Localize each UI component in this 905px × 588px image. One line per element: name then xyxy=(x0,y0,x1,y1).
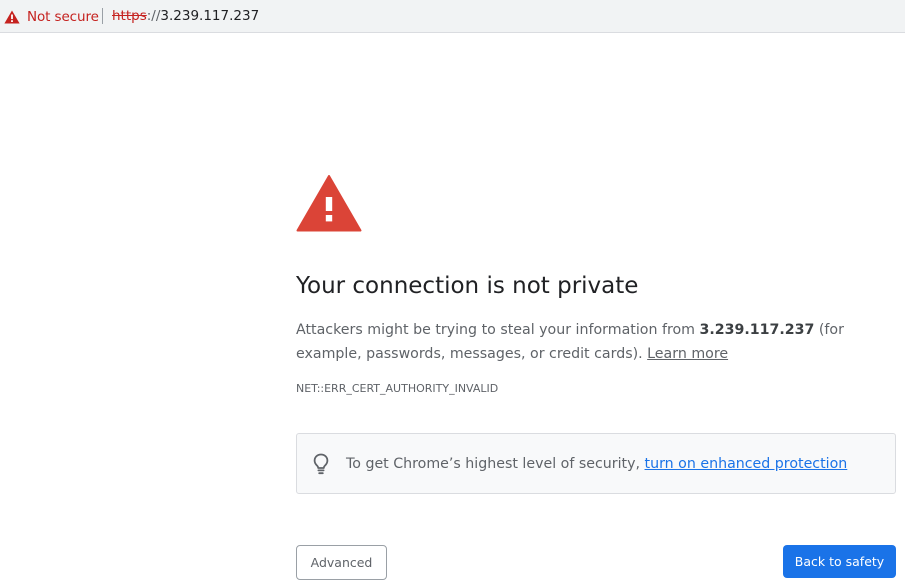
warning-triangle-icon xyxy=(296,175,362,232)
url-scheme: https xyxy=(112,8,147,24)
error-code: NET::ERR_CERT_AUTHORITY_INVALID xyxy=(296,382,499,395)
security-indicator[interactable]: Not secure xyxy=(4,7,99,27)
page-title: Your connection is not private xyxy=(296,273,639,299)
error-explanation: Attackers might be trying to steal your … xyxy=(296,318,886,366)
url-host: 3.239.117.237 xyxy=(160,8,260,24)
warning-icon xyxy=(4,10,20,24)
enhanced-protection-box: To get Chrome’s highest level of securit… xyxy=(296,433,896,494)
back-to-safety-button[interactable]: Back to safety xyxy=(783,545,896,578)
url-separator: :// xyxy=(146,8,161,24)
enhanced-protection-label: To get Chrome’s highest level of securit… xyxy=(346,456,645,472)
enhanced-protection-text: To get Chrome’s highest level of securit… xyxy=(346,454,847,474)
address-bar[interactable]: Not secure https://3.239.117.237 xyxy=(0,0,905,33)
advanced-button[interactable]: Advanced xyxy=(296,545,387,580)
not-secure-label: Not secure xyxy=(27,9,99,25)
url-text[interactable]: https://3.239.117.237 xyxy=(112,7,259,25)
explanation-text: Attackers might be trying to steal your … xyxy=(296,322,700,338)
omnibox-divider xyxy=(102,8,103,24)
lightbulb-icon xyxy=(313,453,329,475)
learn-more-link[interactable]: Learn more xyxy=(647,346,728,362)
enhanced-protection-link[interactable]: turn on enhanced protection xyxy=(645,456,848,472)
explanation-host: 3.239.117.237 xyxy=(699,322,815,338)
